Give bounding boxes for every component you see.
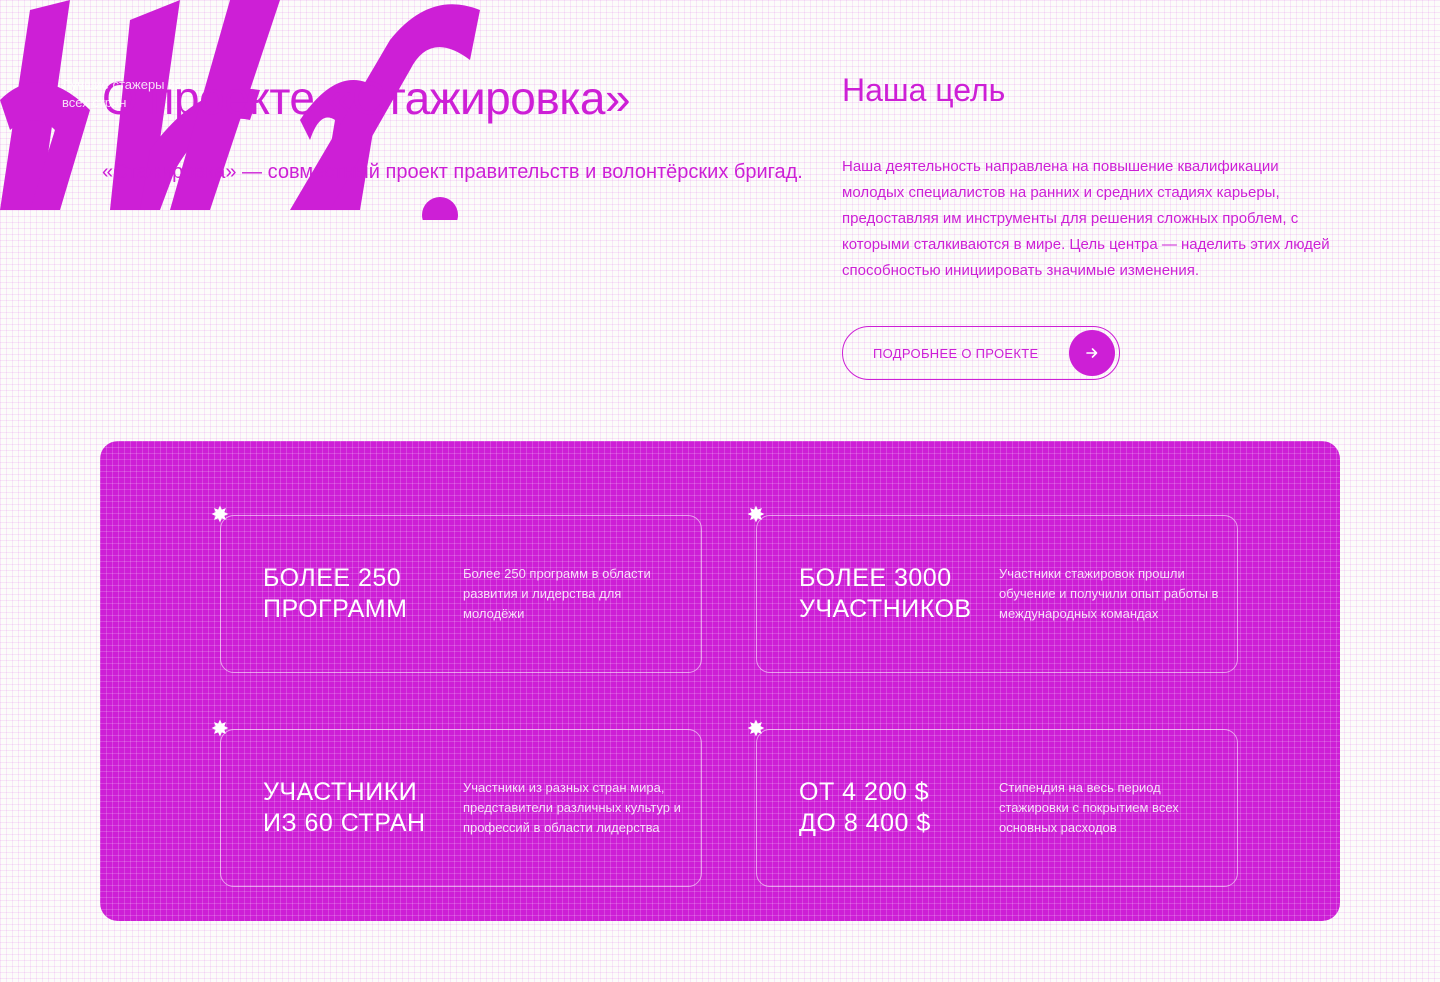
stat-value: ОТ 4 200 $ ДО 8 400 $ — [799, 777, 989, 839]
about-text: «Стажировка» — совместный проект правите… — [102, 161, 803, 183]
goal-section: Наша цель Наша деятельность направлена н… — [842, 70, 1342, 284]
stat-value-line1: ОТ 4 200 $ — [799, 778, 930, 806]
stat-value-line2: ПРОГРАММ — [263, 595, 408, 623]
star-icon: ✸ — [746, 502, 766, 527]
stat-value-line2: ИЗ 60 СТРАН — [263, 809, 426, 837]
goal-text: Наша деятельность направлена на повышени… — [842, 158, 1330, 279]
stat-description: Более 250 программ в области развития и … — [463, 566, 651, 621]
stat-description: Участники из разных стран мира, представ… — [463, 780, 681, 835]
arrow-right-icon[interactable] — [1069, 330, 1115, 376]
more-button-label: ПОДРОБНЕЕ О ПРОЕКТЕ — [873, 345, 1039, 361]
stat-value: БОЛЕЕ 250 ПРОГРАММ — [263, 563, 453, 625]
stat-description: Стипендия на весь период стажировки с по… — [999, 780, 1179, 835]
tag-note: Лучшие стажеры из всех стран — [62, 77, 182, 110]
stat-value-line2: УЧАСТНИКОВ — [799, 595, 972, 623]
stats-panel: ✸ БОЛЕЕ 250 ПРОГРАММ Более 250 программ … — [100, 441, 1340, 921]
stat-card-participants: ✸ БОЛЕЕ 3000 УЧАСТНИКОВ Участники стажир… — [747, 504, 1238, 673]
stat-value: БОЛЕЕ 3000 УЧАСТНИКОВ — [799, 563, 989, 625]
goal-title: Наша цель — [842, 72, 1006, 108]
star-icon: ✸ — [746, 716, 766, 741]
stat-value-line1: БОЛЕЕ 3000 — [799, 564, 952, 592]
star-icon: ✸ — [210, 502, 230, 527]
about-section: О проекте «Стажировка» «Стажировка» — со… — [102, 70, 822, 188]
stat-card-programs: ✸ БОЛЕЕ 250 ПРОГРАММ Более 250 программ … — [211, 504, 702, 673]
more-about-project-button[interactable]: ПОДРОБНЕЕ О ПРОЕКТЕ — [842, 326, 1120, 380]
about-title: О проекте «Стажировка» — [102, 72, 631, 124]
stat-value-line1: УЧАСТНИКИ — [263, 778, 418, 806]
star-icon: ✸ — [210, 716, 230, 741]
stat-description: Участники стажировок прошли обучение и п… — [999, 566, 1219, 621]
stat-card-countries: ✸ УЧАСТНИКИ ИЗ 60 СТРАН Участники из раз… — [211, 718, 702, 887]
stat-value: УЧАСТНИКИ ИЗ 60 СТРАН — [263, 777, 453, 839]
stat-card-stipend: ✸ ОТ 4 200 $ ДО 8 400 $ Стипендия на вес… — [747, 718, 1238, 887]
stat-value-line2: ДО 8 400 $ — [799, 809, 931, 837]
stat-value-line1: БОЛЕЕ 250 — [263, 564, 402, 592]
